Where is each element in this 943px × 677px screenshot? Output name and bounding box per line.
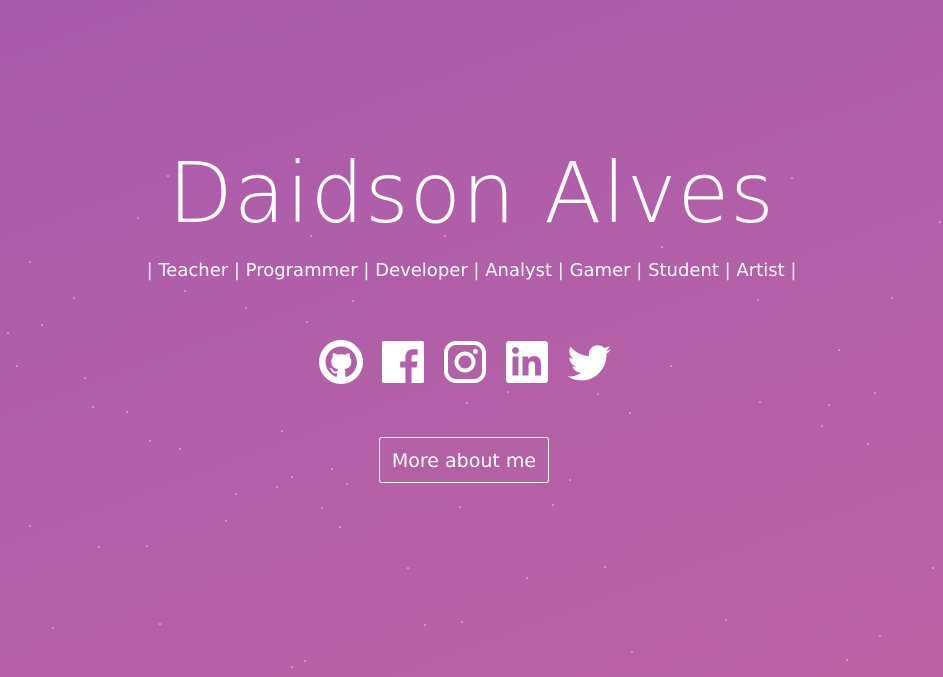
facebook-link[interactable]	[380, 339, 426, 385]
facebook-icon	[382, 341, 424, 383]
linkedin-link[interactable]	[504, 339, 550, 385]
page-title: Daidson Alves	[168, 144, 775, 242]
linkedin-icon	[506, 341, 548, 383]
instagram-icon	[444, 341, 486, 383]
twitter-icon	[567, 345, 611, 381]
hero-section: Daidson Alves | Teacher | Programmer | D…	[0, 0, 943, 677]
github-icon	[319, 340, 363, 384]
twitter-link[interactable]	[566, 339, 612, 385]
social-links	[318, 338, 612, 386]
github-link[interactable]	[318, 339, 364, 385]
roles-tagline: | Teacher | Programmer | Developer | Ana…	[146, 260, 797, 281]
instagram-link[interactable]	[442, 339, 488, 385]
more-about-me-button[interactable]: More about me	[379, 437, 549, 483]
